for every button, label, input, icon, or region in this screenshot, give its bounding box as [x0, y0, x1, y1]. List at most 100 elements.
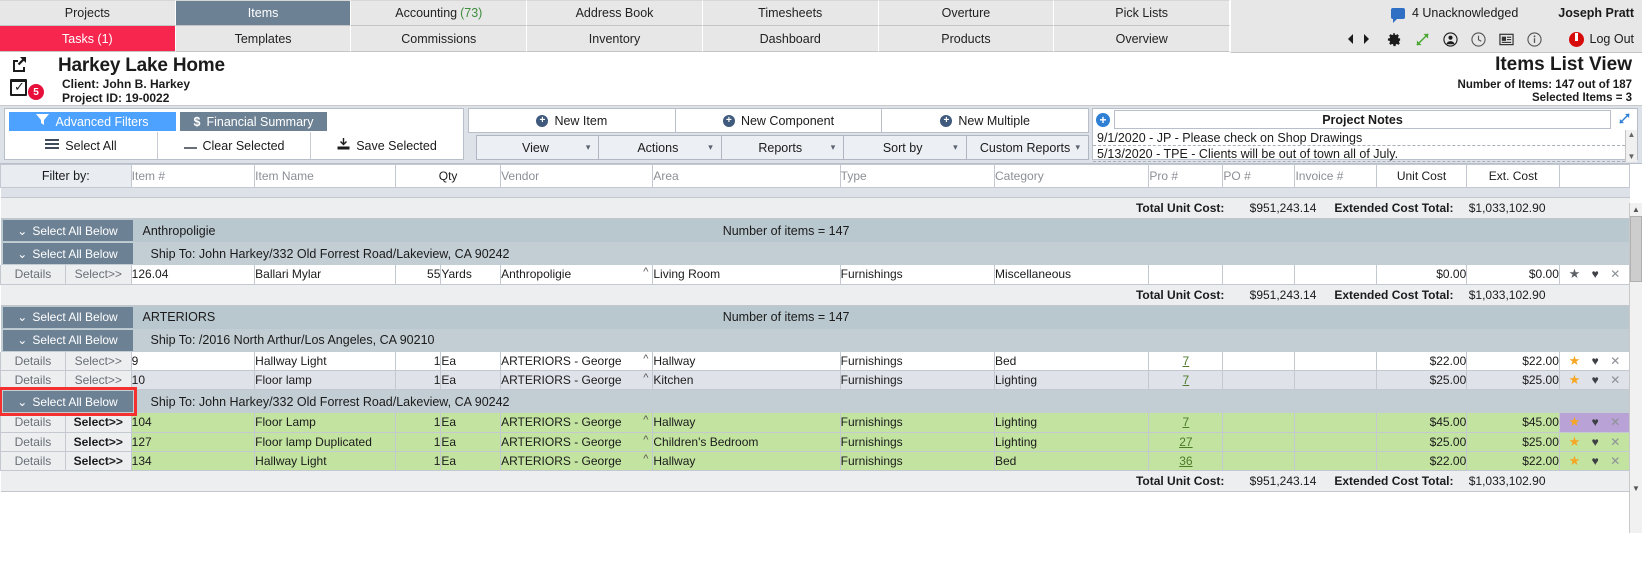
close-icon[interactable]: ✕	[1610, 454, 1620, 468]
filter-unit-cost[interactable]: Unit Cost	[1375, 164, 1468, 188]
close-icon[interactable]: ✕	[1610, 267, 1620, 281]
nav-tab-tasks[interactable]: Tasks (1)	[0, 26, 176, 52]
pro-number-link[interactable]: 27	[1179, 435, 1192, 449]
heart-icon[interactable]: ♥	[1592, 454, 1599, 468]
select-all-below-button[interactable]: ⌄ Select All Below	[2, 220, 133, 241]
list-item[interactable]: 9/1/2020 - JP - Please check on Shop Dra…	[1093, 130, 1625, 146]
chevron-up-icon[interactable]: ^	[643, 434, 648, 446]
notes-scrollbar[interactable]: ▲ ▼	[1625, 130, 1637, 162]
heart-icon[interactable]: ♥	[1592, 435, 1599, 449]
filter-type[interactable]: Type	[839, 164, 996, 188]
info-icon[interactable]	[1526, 31, 1542, 47]
table-row[interactable]: Details Select>> 126.04 Ballari Mylar 55…	[0, 265, 1631, 285]
details-button[interactable]: Details	[0, 413, 66, 433]
select-button[interactable]: Select>>	[64, 265, 132, 285]
filter-item-name[interactable]: Item Name	[254, 164, 397, 188]
chevron-up-icon[interactable]: ^	[643, 372, 648, 384]
nav-tab-overture[interactable]: Overture	[878, 0, 1055, 26]
task-calendar-icon[interactable]: ✓	[10, 79, 27, 96]
table-row[interactable]: Details Select>> 134 Hallway Light 1 Ea …	[0, 451, 1631, 471]
table-row[interactable]: Details Select>> 127 Floor lamp Duplicat…	[0, 432, 1631, 452]
details-button[interactable]: Details	[0, 432, 66, 452]
filter-category[interactable]: Category	[993, 164, 1150, 188]
heart-icon[interactable]: ♥	[1592, 354, 1599, 368]
nav-tab-accounting[interactable]: Accounting (73)	[351, 0, 528, 26]
logout-button[interactable]: Log Out	[1568, 31, 1634, 47]
nav-tab-overview[interactable]: Overview	[1054, 26, 1231, 52]
filter-invoice-number[interactable]: Invoice #	[1294, 164, 1377, 188]
scroll-down-icon[interactable]: ▼	[1628, 152, 1636, 162]
clock-icon[interactable]	[1470, 31, 1486, 47]
nav-tab-items[interactable]: Items	[175, 0, 352, 26]
select-all-below-button-focused[interactable]: ⌄ Select All Below	[0, 387, 137, 416]
pro-number-link[interactable]: 7	[1183, 373, 1190, 387]
table-row[interactable]: Details Select>> 9 Hallway Light 1 Ea AR…	[0, 351, 1631, 371]
pro-number-link[interactable]: 7	[1183, 354, 1190, 368]
select-button[interactable]: Select>>	[64, 370, 132, 390]
view-dropdown[interactable]: View ▾	[476, 135, 600, 160]
nav-tab-pick-lists[interactable]: Pick Lists	[1054, 0, 1231, 26]
close-icon[interactable]: ✕	[1610, 373, 1620, 387]
nav-tab-products[interactable]: Products	[878, 26, 1055, 52]
details-button[interactable]: Details	[0, 451, 66, 471]
advanced-filters-button[interactable]: Advanced Filters	[9, 112, 176, 131]
pro-number-link[interactable]: 7	[1183, 415, 1190, 429]
nav-tab-address-book[interactable]: Address Book	[527, 0, 703, 26]
chevron-up-icon[interactable]: ^	[643, 414, 648, 426]
details-button[interactable]: Details	[0, 265, 66, 285]
new-component-button[interactable]: + New Component	[674, 108, 883, 133]
details-button[interactable]: Details	[0, 351, 66, 371]
heart-icon[interactable]: ♥	[1592, 415, 1599, 429]
chevron-up-icon[interactable]: ^	[643, 453, 648, 465]
filter-po-number[interactable]: PO #	[1222, 164, 1296, 188]
select-all-below-button[interactable]: ⌄ Select All Below	[2, 306, 133, 328]
list-item[interactable]: 5/13/2020 - TPE - Clients will be out of…	[1093, 146, 1625, 162]
nav-tab-commissions[interactable]: Commissions	[351, 26, 528, 52]
star-icon[interactable]: ★	[1569, 353, 1581, 369]
expand-arrows-icon[interactable]	[1415, 32, 1430, 47]
nav-tab-dashboard[interactable]: Dashboard	[702, 26, 879, 52]
sort-by-dropdown[interactable]: Sort by ▾	[843, 135, 967, 160]
new-item-button[interactable]: + New Item	[468, 108, 676, 133]
filter-item-number[interactable]: Item #	[130, 164, 256, 188]
filter-pro-number[interactable]: Pro #	[1148, 164, 1224, 188]
reports-dropdown[interactable]: Reports ▾	[720, 135, 845, 160]
select-button[interactable]: Select>>	[64, 451, 132, 471]
scroll-up-icon[interactable]: ▲	[1630, 203, 1642, 216]
select-all-below-button[interactable]: ⌄ Select All Below	[2, 243, 133, 264]
select-button[interactable]: Select>>	[64, 413, 132, 433]
star-icon[interactable]: ★	[1569, 434, 1581, 450]
close-icon[interactable]: ✕	[1610, 354, 1620, 368]
filter-ext-cost[interactable]: Ext. Cost	[1466, 164, 1560, 188]
star-icon[interactable]: ★	[1569, 372, 1581, 388]
scroll-up-icon[interactable]: ▲	[1628, 130, 1636, 140]
star-icon[interactable]: ★	[1569, 266, 1581, 282]
custom-reports-dropdown[interactable]: Custom Reports ▾	[965, 135, 1090, 160]
gear-icon[interactable]	[1387, 32, 1402, 47]
details-button[interactable]: Details	[0, 370, 66, 390]
star-icon[interactable]: ★	[1569, 414, 1581, 430]
filter-area[interactable]: Area	[652, 164, 841, 188]
select-button[interactable]: Select>>	[64, 432, 132, 452]
star-icon[interactable]: ★	[1569, 453, 1581, 469]
close-icon[interactable]: ✕	[1610, 415, 1620, 429]
new-multiple-button[interactable]: + New Multiple	[881, 108, 1090, 133]
nav-tab-templates[interactable]: Templates	[175, 26, 352, 52]
select-all-below-button[interactable]: ⌄ Select All Below	[2, 329, 133, 351]
nav-tab-inventory[interactable]: Inventory	[527, 26, 703, 52]
unacknowledged-indicator[interactable]: 4 Unacknowledged	[1390, 6, 1518, 23]
financial-summary-button[interactable]: $ Financial Summary	[180, 112, 327, 131]
user-icon[interactable]	[1442, 31, 1458, 47]
filter-vendor[interactable]: Vendor	[500, 164, 654, 188]
heart-icon[interactable]: ♥	[1592, 267, 1599, 281]
grid-vertical-scrollbar[interactable]: ▲ ▼	[1629, 203, 1642, 533]
select-all-button[interactable]: Select All	[5, 132, 158, 159]
save-selected-button[interactable]: Save Selected	[311, 132, 463, 159]
filter-qty[interactable]: Qty	[395, 164, 502, 188]
external-link-icon[interactable]	[10, 56, 44, 76]
close-icon[interactable]: ✕	[1610, 435, 1620, 449]
chevron-up-icon[interactable]: ^	[643, 353, 648, 365]
nav-tab-projects[interactable]: Projects	[0, 0, 176, 26]
heart-icon[interactable]: ♥	[1592, 373, 1599, 387]
next-arrow-icon[interactable]	[1363, 33, 1374, 45]
